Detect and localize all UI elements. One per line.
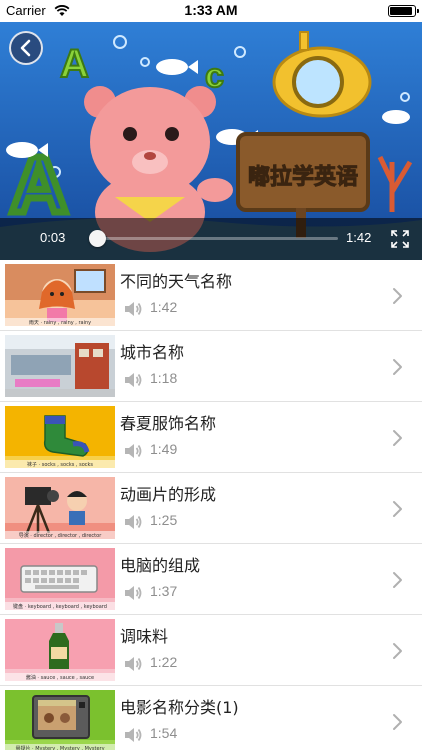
lesson-list: 雨天 · rainy , rainy , rainy 不同的天气名称 1:42 城市名…: [0, 260, 422, 750]
lesson-duration: 1:37: [150, 583, 178, 599]
lesson-row[interactable]: 悬疑片 · Mystery , Mystery , Mystery 电影名称分类(…: [0, 686, 422, 750]
speaker-icon: [125, 728, 142, 742]
total-time: 1:42: [346, 230, 372, 245]
progress-slider[interactable]: [89, 230, 338, 247]
chevron-right-icon: [393, 288, 402, 304]
status-bar: Carrier 1:33 AM: [0, 0, 422, 22]
lesson-title: 电脑的组成: [120, 556, 201, 575]
fullscreen-icon[interactable]: [390, 229, 410, 249]
lesson-title: 调味料: [120, 627, 169, 646]
thumbnail-caption: 袜子 · socks , socks , socks: [27, 461, 93, 468]
lesson-duration: 1:25: [150, 512, 178, 528]
lesson-thumbnail: 键盘 · keyboard , keyboard , keyboard: [5, 548, 115, 610]
lesson-thumbnail: 酱油 · sauce , sauce , sauce: [5, 619, 115, 681]
lesson-row[interactable]: 酱油 · sauce , sauce , sauce 调味料 1:22: [0, 615, 422, 686]
speaker-icon: [125, 586, 142, 600]
lesson-title: 动画片的形成: [120, 485, 217, 504]
lesson-thumbnail: 袜子 · socks , socks , socks: [5, 406, 115, 468]
video-player[interactable]: A c A 嘟拉学英语 0:03 1:42: [0, 22, 422, 260]
chevron-right-icon: [393, 572, 402, 588]
speaker-icon: [125, 515, 142, 529]
speaker-icon: [125, 373, 142, 387]
lesson-row[interactable]: 雨天 · rainy , rainy , rainy 不同的天气名称 1:42: [0, 260, 422, 331]
thumbnail-caption: 雨天 · rainy , rainy , rainy: [29, 320, 91, 326]
lesson-duration: 1:22: [150, 654, 178, 670]
progress-knob[interactable]: [89, 230, 107, 247]
current-time: 0:03: [40, 230, 66, 245]
chevron-right-icon: [393, 714, 402, 730]
clock: 1:33 AM: [184, 2, 238, 18]
lesson-duration: 1:49: [150, 441, 178, 457]
sign-text: 嘟拉学英语: [248, 164, 358, 190]
svg-text:A: A: [60, 42, 89, 86]
lesson-row[interactable]: 键盘 · keyboard , keyboard , keyboard 电脑的组成…: [0, 544, 422, 615]
lesson-title: 春夏服饰名称: [120, 414, 217, 433]
lesson-thumbnail: 悬疑片 · Mystery , Mystery , Mystery: [5, 690, 115, 750]
lesson-thumbnail: 导演 · director , director , director: [5, 477, 115, 539]
playback-controls: 0:03 1:42: [0, 218, 422, 260]
battery-icon: [388, 5, 419, 17]
chevron-right-icon: [393, 359, 402, 375]
speaker-icon: [125, 444, 142, 458]
lesson-duration: 1:18: [150, 370, 178, 386]
lesson-duration: 1:54: [150, 725, 178, 741]
chevron-right-icon: [393, 643, 402, 659]
speaker-icon: [125, 657, 142, 671]
lesson-title: 电影名称分类(1): [120, 698, 239, 717]
chevron-right-icon: [393, 501, 402, 517]
chevron-right-icon: [393, 430, 402, 446]
lesson-row[interactable]: 袜子 · socks , socks , socks 春夏服饰名称 1:49: [0, 402, 422, 473]
thumbnail-caption: 酱油 · sauce , sauce , sauce: [26, 674, 94, 681]
back-button[interactable]: [9, 31, 43, 65]
lesson-duration: 1:42: [150, 299, 178, 315]
lesson-row[interactable]: 导演 · director , director , director 动画片的形…: [0, 473, 422, 544]
thumbnail-caption: 导演 · director , director , director: [19, 532, 102, 539]
chevron-left-icon: [20, 39, 31, 57]
lesson-thumbnail: 雨天 · rainy , rainy , rainy: [5, 264, 115, 326]
speaker-icon: [125, 302, 142, 316]
lesson-thumbnail: [5, 335, 115, 397]
lesson-title: 不同的天气名称: [120, 272, 233, 291]
thumbnail-caption: 键盘 · keyboard , keyboard , keyboard: [13, 603, 107, 610]
lesson-row[interactable]: 城市名称 1:18: [0, 331, 422, 402]
lesson-title: 城市名称: [120, 343, 185, 362]
thumbnail-caption: 悬疑片 · Mystery , Mystery , Mystery: [15, 745, 104, 750]
